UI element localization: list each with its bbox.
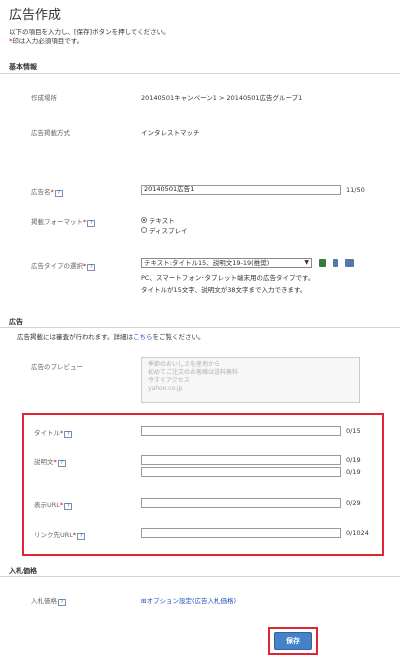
type-label-row: 広告タイプの選択*? [31, 260, 96, 271]
location-label: 作成場所 [31, 94, 57, 102]
link-url-label: リンク先URL [34, 531, 73, 539]
help-icon[interactable]: ? [64, 431, 73, 438]
type-note-2: タイトルが15文字、説明文が38文字まで入力できます。 [141, 286, 307, 294]
section-divider [0, 73, 400, 74]
description-count-2: 0/19 [346, 468, 361, 476]
display-url-label-row: 表示URL*? [34, 499, 73, 510]
bid-option-label: オプション設定(広告入札価格) [146, 597, 237, 605]
required-star: * [53, 458, 57, 466]
required-star: * [83, 218, 87, 226]
format-label: 掲載フォーマット [31, 218, 83, 226]
bid-option-link[interactable]: ⊞オプション設定(広告入札価格) [141, 595, 236, 605]
description-count-1: 0/19 [346, 456, 361, 464]
page-title: 広告作成 [9, 8, 62, 23]
description-input-2[interactable] [141, 467, 341, 477]
ad-name-count: 11/50 [346, 186, 365, 194]
section-heading-ad: 広告 [9, 318, 23, 326]
required-star: * [60, 429, 64, 437]
help-icon[interactable]: ? [87, 220, 96, 227]
type-note-1: PC、スマートフォン･タブレット端末用の広告タイプです。 [141, 274, 315, 282]
section-divider [0, 327, 400, 328]
preview-url: yahoo.co.jp [148, 385, 183, 392]
section-divider [0, 576, 400, 577]
title-input[interactable] [141, 426, 341, 436]
review-suffix: をご覧ください。 [152, 333, 205, 341]
intro-line-2: 印は入力必須項目です。 [12, 37, 84, 45]
required-star: * [59, 501, 64, 509]
section-heading-basic-info: 基本情報 [9, 63, 37, 71]
ad-preview-box: 季節のおいしさを産地から 初めてご注文のお客様は送料無料 今すぐアクセス yah… [141, 357, 360, 403]
title-label: タイトル [34, 429, 60, 437]
preview-desc-2: 今すぐアクセス [148, 377, 190, 384]
preview-title: 季節のおいしさを産地から [148, 361, 221, 368]
intro-line-1: 以下の項目を入力し、[保存]ボタンを押してください。 [9, 28, 170, 36]
pc-device-icon [319, 259, 326, 267]
display-url-label: 表示URL [34, 501, 60, 509]
review-prefix: 広告掲載には審査が行われます。詳細は [17, 333, 134, 341]
section-heading-bid: 入札価格 [9, 567, 37, 575]
link-url-count: 0/1024 [346, 529, 369, 537]
method-value: インタレストマッチ [141, 129, 200, 137]
bid-price-label-row: 入札価格? [31, 595, 66, 606]
smartphone-device-icon [333, 259, 338, 267]
tablet-device-icon [345, 259, 354, 267]
format-option-display: ディスプレイ [149, 227, 188, 235]
format-radio-text[interactable]: テキスト [141, 215, 175, 225]
save-button[interactable]: 保存 [274, 632, 312, 650]
ad-name-label: 広告名 [31, 188, 51, 196]
help-icon[interactable]: ? [57, 460, 66, 467]
intro-text: 以下の項目を入力し、[保存]ボタンを押してください。 *印は入力必須項目です。 [9, 28, 170, 46]
radio-unselected-icon [141, 227, 147, 233]
radio-selected-icon [141, 217, 147, 223]
help-icon[interactable]: ? [77, 533, 86, 540]
format-label-row: 掲載フォーマット*? [31, 216, 96, 227]
ad-name-input[interactable]: 20140501広告1 [141, 185, 341, 195]
ad-type-selected-value: テキスト:タイトル15、説明文19-19(推奨) [144, 259, 270, 267]
review-notice: 広告掲載には審査が行われます。詳細はこちらをご覧ください。 [17, 331, 205, 341]
help-icon[interactable]: ? [58, 599, 66, 606]
preview-desc-1: 初めてご注文のお客様は送料無料 [148, 369, 239, 376]
preview-label: 広告のプレビュー [31, 363, 83, 371]
chevron-down-icon: ▼ [304, 259, 309, 266]
display-url-count: 0/29 [346, 499, 361, 507]
method-label: 広告掲載方式 [31, 129, 70, 137]
bid-price-label: 入札価格 [31, 597, 57, 605]
description-input-1[interactable] [141, 455, 341, 465]
format-option-text: テキスト [149, 217, 175, 225]
required-star: * [72, 531, 77, 539]
required-star: * [50, 188, 54, 196]
ad-type-select[interactable]: テキスト:タイトル15、説明文19-19(推奨) ▼ [141, 258, 312, 268]
display-url-input[interactable] [141, 498, 341, 508]
link-url-input[interactable] [141, 528, 341, 538]
help-icon[interactable]: ? [87, 264, 96, 271]
description-label-row: 説明文*? [34, 456, 66, 467]
required-star: * [83, 262, 87, 270]
title-label-row: タイトル*? [34, 427, 73, 438]
help-icon[interactable]: ? [54, 190, 63, 197]
description-label: 説明文 [34, 458, 54, 466]
help-icon[interactable]: ? [64, 503, 73, 510]
link-url-label-row: リンク先URL*? [34, 529, 86, 540]
review-details-link[interactable]: こちら [133, 333, 153, 341]
ad-name-label-row: 広告名*? [31, 186, 63, 197]
type-label: 広告タイプの選択 [31, 262, 83, 270]
format-radio-display[interactable]: ディスプレイ [141, 225, 188, 235]
location-value: 20140501キャンペーン1 > 20140501広告グループ1 [141, 94, 303, 102]
title-count: 0/15 [346, 427, 361, 435]
